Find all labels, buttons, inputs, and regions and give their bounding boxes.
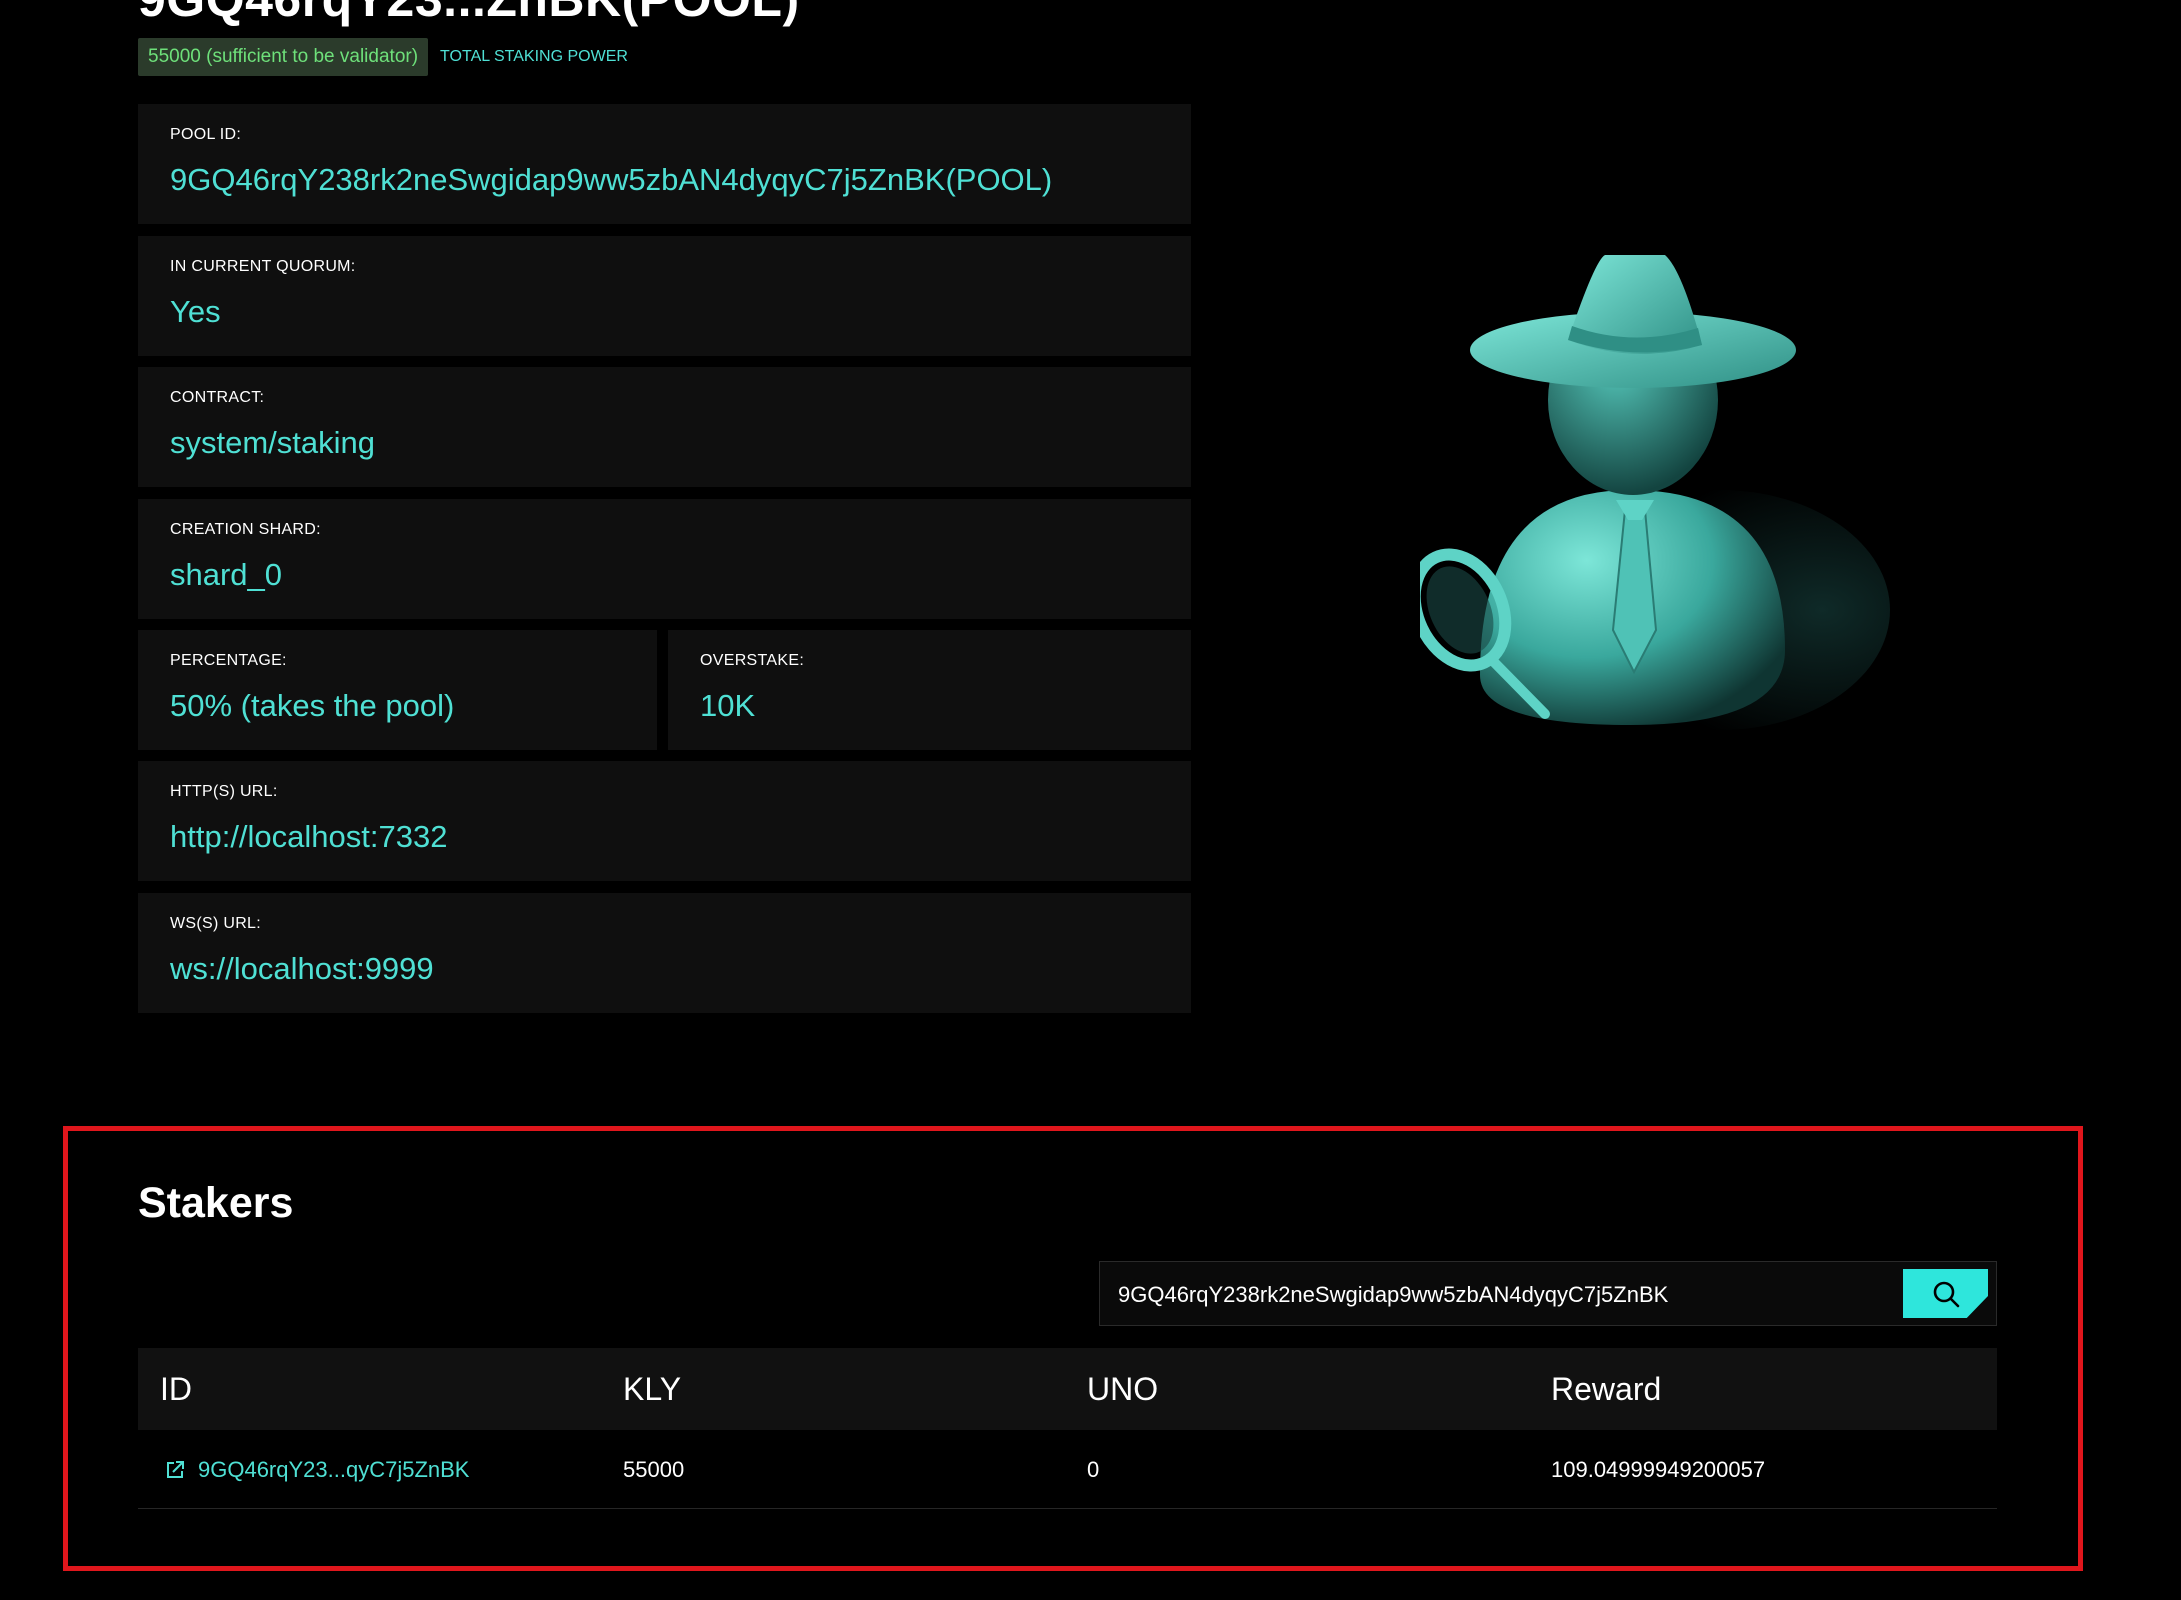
column-id: ID	[160, 1371, 192, 1407]
stakers-title: Stakers	[138, 1179, 294, 1227]
quorum-label: IN CURRENT QUORUM:	[170, 258, 356, 275]
search-icon	[1933, 1281, 1959, 1307]
staker-id-link[interactable]: 9GQ46rqY23...qyC7j5ZnBK	[164, 1430, 469, 1509]
staker-reward: 109.04999949200057	[1551, 1457, 1766, 1482]
staker-search-input[interactable]	[1116, 1262, 1880, 1327]
search-button[interactable]	[1903, 1269, 1988, 1318]
percentage-card: PERCENTAGE: 50% (takes the pool)	[138, 630, 657, 750]
contract-value: system/staking	[170, 425, 376, 460]
overstake-card: OVERSTAKE: 10K	[668, 630, 1191, 750]
creation-shard-label: CREATION SHARD:	[170, 521, 321, 538]
column-kly: KLY	[623, 1371, 682, 1407]
column-reward: Reward	[1551, 1371, 1662, 1407]
contract-card: CONTRACT: system/staking	[138, 367, 1191, 487]
pool-id-label: POOL ID:	[170, 126, 242, 143]
creation-shard-card: CREATION SHARD: shard_0	[138, 499, 1191, 619]
contract-label: CONTRACT:	[170, 389, 265, 406]
http-url-value: http://localhost:7332	[170, 819, 448, 854]
total-staking-power-label: TOTAL STAKING POWER	[440, 48, 628, 65]
page-title: 9GQ46rqY23...ZnBK(POOL)	[138, 0, 800, 24]
ws-url-value: ws://localhost:9999	[170, 951, 434, 986]
staker-kly: 55000	[623, 1457, 685, 1482]
staking-power-badge: 55000 (sufficient to be validator)	[138, 38, 429, 76]
staker-search	[1099, 1261, 1997, 1327]
staker-id-text: 9GQ46rqY23...qyC7j5ZnBK	[198, 1457, 470, 1482]
pool-id-card: POOL ID: 9GQ46rqY238rk2neSwgidap9ww5zbAN…	[138, 104, 1191, 224]
ws-url-label: WS(S) URL:	[170, 915, 261, 932]
external-link-icon	[167, 1460, 184, 1478]
detective-illustration	[1408, 220, 1900, 740]
http-url-label: HTTP(S) URL:	[170, 783, 278, 800]
overstake-value: 10K	[700, 688, 756, 723]
column-uno: UNO	[1087, 1371, 1159, 1407]
staker-uno: 0	[1087, 1457, 1100, 1482]
staking-power-badges: 55000 (sufficient to be validator) TOTAL…	[138, 38, 628, 76]
pool-id-value: 9GQ46rqY238rk2neSwgidap9ww5zbAN4dyqyC7j5…	[170, 162, 1053, 197]
quorum-value: Yes	[170, 294, 221, 329]
stakers-table-header: ID KLY UNO Reward	[138, 1348, 1997, 1430]
percentage-value: 50% (takes the pool)	[170, 688, 455, 723]
quorum-card: IN CURRENT QUORUM: Yes	[138, 236, 1191, 356]
overstake-label: OVERSTAKE:	[700, 652, 805, 669]
http-url-card: HTTP(S) URL: http://localhost:7332	[138, 761, 1191, 881]
creation-shard-value: shard_0	[170, 557, 283, 592]
percentage-label: PERCENTAGE:	[170, 652, 287, 669]
ws-url-card: WS(S) URL: ws://localhost:9999	[138, 893, 1191, 1013]
table-row: 9GQ46rqY23...qyC7j5ZnBK 55000 0 109.0499…	[138, 1430, 1997, 1509]
